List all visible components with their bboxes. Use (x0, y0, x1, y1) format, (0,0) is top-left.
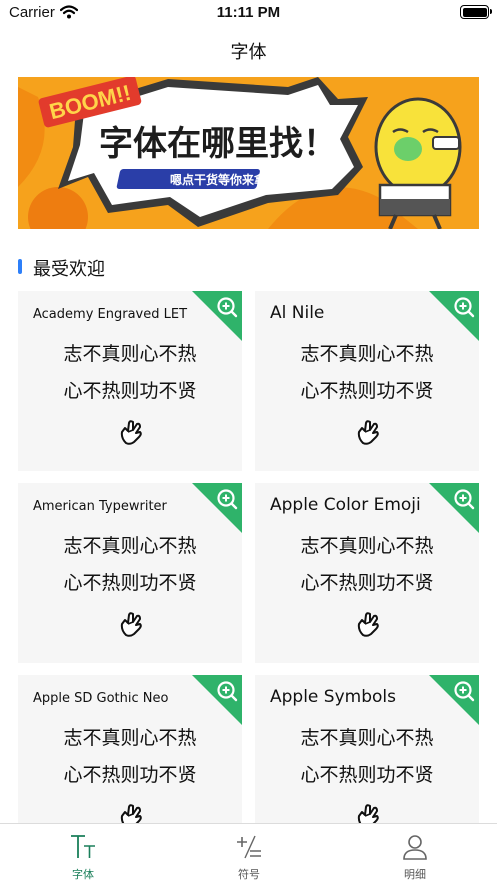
font-card[interactable]: American Typewriter 志不真则心不热 心不热则功不贤 (18, 483, 242, 663)
zoom-in-icon[interactable] (429, 675, 479, 725)
sample-line-2: 心不热则功不贤 (63, 380, 197, 402)
sample-line-1: 志不真则心不热 (300, 343, 434, 365)
font-card[interactable]: Academy Engraved LET 志不真则心不热 心不热则功不贤 (18, 291, 242, 471)
font-name: Al Nile (270, 303, 325, 323)
tab-fonts[interactable]: 字体 (0, 824, 166, 883)
font-card[interactable]: Apple Symbols 志不真则心不热 心不热则功不贤 (255, 675, 479, 823)
battery-icon (460, 5, 492, 19)
tab-label: 符号 (238, 868, 260, 881)
sample-line-1: 志不真则心不热 (300, 535, 434, 557)
zoom-in-icon[interactable] (192, 675, 242, 725)
sample-line-1: 志不真则心不热 (300, 727, 434, 749)
status-time: 11:11 PM (216, 4, 281, 21)
font-name: Apple Color Emoji (270, 495, 421, 515)
tab-label: 字体 (72, 868, 94, 881)
sample-line-2: 心不热则功不贤 (300, 572, 434, 594)
tab-bar: 字体 符号 明细 (0, 823, 497, 883)
zoom-in-icon[interactable] (192, 483, 242, 533)
sample-line-1: 志不真则心不热 (63, 535, 197, 557)
sample-line-2: 心不热则功不贤 (300, 380, 434, 402)
person-icon (403, 835, 427, 860)
banner-illustration: BOOM!! 字体在哪里找！ 嗯点干货等你来拿 (18, 77, 479, 229)
font-size-icon (71, 835, 95, 858)
heart-hand-icon (357, 420, 379, 445)
font-name: Academy Engraved LET (33, 307, 188, 322)
font-card[interactable]: Apple Color Emoji 志不真则心不热 心不热则功不贤 (255, 483, 479, 663)
zoom-in-icon[interactable] (429, 291, 479, 341)
plus-minus-icon (237, 835, 261, 859)
sample-line-2: 心不热则功不贤 (63, 764, 197, 786)
font-card[interactable]: Apple SD Gothic Neo 志不真则心不热 心不热则功不贤 (18, 675, 242, 823)
tab-details[interactable]: 明细 (332, 824, 497, 883)
font-grid: Academy Engraved LET 志不真则心不热 心不热则功不贤 Al … (18, 291, 480, 823)
sample-line-1: 志不真则心不热 (63, 343, 197, 365)
font-name: Apple Symbols (270, 687, 396, 707)
banner-subline: 嗯点干货等你来拿 (170, 172, 267, 187)
banner-headline: 字体在哪里找！ (99, 124, 337, 164)
section-title: 最受欢迎 (33, 259, 105, 280)
sample-line-2: 心不热则功不贤 (300, 764, 434, 786)
heart-hand-icon (357, 612, 379, 637)
font-name: American Typewriter (33, 499, 167, 514)
tab-symbols[interactable]: 符号 (166, 824, 332, 883)
section-accent-bar (18, 259, 22, 274)
sample-line-1: 志不真则心不热 (63, 727, 197, 749)
heart-hand-icon (120, 612, 142, 637)
zoom-in-icon[interactable] (192, 291, 242, 341)
status-bar: Carrier 11:11 PM (0, 0, 497, 26)
heart-hand-icon (120, 420, 142, 445)
heart-hand-icon (357, 804, 379, 823)
page-title: 字体 (230, 42, 267, 63)
font-card[interactable]: Al Nile 志不真则心不热 心不热则功不贤 (255, 291, 479, 471)
tab-label: 明细 (404, 868, 426, 881)
zoom-in-icon[interactable] (429, 483, 479, 533)
heart-hand-icon (120, 804, 142, 823)
font-name: Apple SD Gothic Neo (33, 691, 169, 706)
promo-banner[interactable]: BOOM!! 字体在哪里找！ 嗯点干货等你来拿 (18, 77, 479, 229)
sample-line-2: 心不热则功不贤 (63, 572, 197, 594)
